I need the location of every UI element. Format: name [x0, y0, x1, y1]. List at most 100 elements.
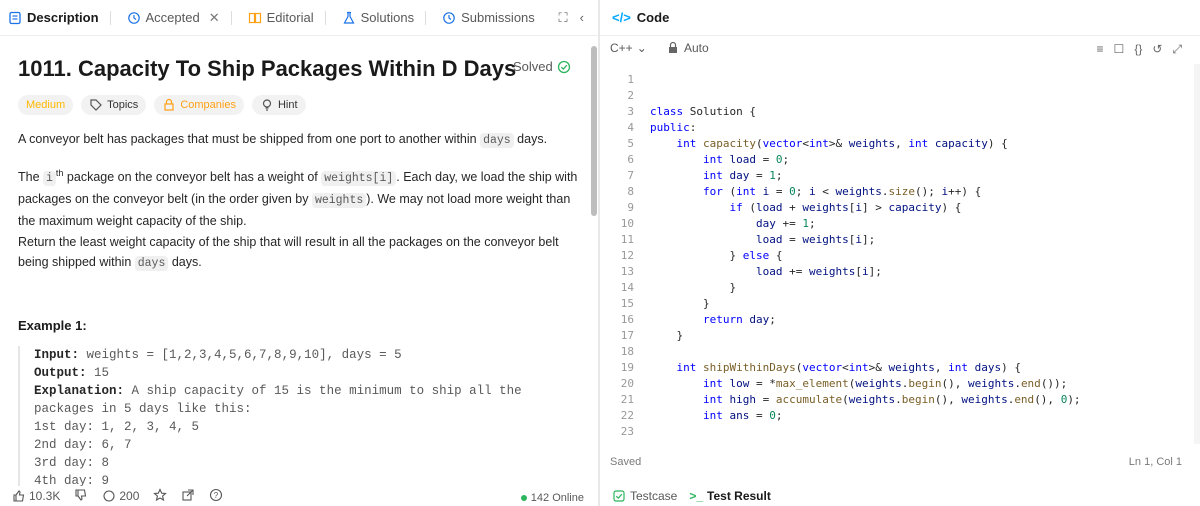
- solved-label: Solved: [513, 59, 553, 74]
- tab-accepted-label: Accepted: [145, 10, 200, 25]
- tab-divider: [324, 10, 326, 25]
- bottom-tab-bar: Testcase >_ Test Result: [600, 486, 1200, 506]
- save-status: Saved: [610, 456, 642, 468]
- line-number: 7: [627, 169, 634, 182]
- code-line[interactable]: class Solution {: [650, 104, 1190, 120]
- code-line[interactable]: int shipWithinDays(vector<int>& weights,…: [650, 360, 1190, 376]
- line-number: 10: [620, 217, 634, 230]
- difficulty-label: Medium: [26, 99, 66, 111]
- fullscreen-icon[interactable]: ⤢: [1172, 42, 1182, 57]
- code-line[interactable]: int load = 0;: [650, 152, 1190, 168]
- topics-chip[interactable]: Topics: [81, 95, 147, 115]
- editor-scrollbar[interactable]: [1194, 64, 1200, 444]
- flask-icon: [343, 11, 355, 24]
- history-icon: [127, 11, 140, 24]
- help-button[interactable]: ?: [209, 488, 223, 505]
- favorite-button[interactable]: [153, 487, 168, 505]
- star-icon: [153, 487, 168, 501]
- hint-chip[interactable]: Hint: [251, 95, 306, 115]
- online-dot: [520, 495, 527, 501]
- code-line[interactable]: [650, 424, 1190, 440]
- terminal-icon: >_: [689, 489, 704, 503]
- braces-icon[interactable]: {}: [1134, 42, 1142, 57]
- line-number: 13: [620, 265, 634, 278]
- tab-solutions-label: Solutions: [360, 10, 415, 25]
- lock-icon: [164, 98, 174, 111]
- help-icon: ?: [210, 488, 223, 501]
- expand-icon[interactable]: ⛶: [559, 10, 568, 26]
- code-line[interactable]: [650, 344, 1190, 360]
- code-lines[interactable]: class Solution { public: int capacity(ve…: [650, 72, 1190, 440]
- tab-test-result[interactable]: >_ Test Result: [689, 489, 770, 503]
- text: The: [18, 170, 44, 185]
- code-line[interactable]: }: [650, 280, 1190, 296]
- problem-tags: Medium Topics Companies Hint: [18, 95, 306, 115]
- line-numbers: 1 2 3 4 5 6 7 8 9 10 11 12 13 14 15 16 17 18 19 20 21 22 23: [600, 72, 640, 440]
- code-line[interactable]: [650, 72, 1190, 88]
- code-line[interactable]: int low = *max_element(weights.begin(), …: [650, 376, 1190, 392]
- input-label: Input:: [34, 348, 80, 362]
- share-button[interactable]: [181, 488, 195, 505]
- code-line[interactable]: } else {: [650, 248, 1190, 264]
- inline-code: days: [134, 256, 169, 271]
- tab-description[interactable]: Description: [0, 0, 119, 36]
- code-line[interactable]: if (load + weights[i] > capacity) {: [650, 200, 1190, 216]
- inline-code: weights: [311, 193, 367, 209]
- chevron-down-icon: ⌄: [636, 41, 647, 55]
- line-number: 5: [627, 137, 634, 150]
- line-number: 8: [627, 185, 634, 198]
- code-line[interactable]: public:: [650, 120, 1190, 136]
- tab-editorial[interactable]: Editorial: [240, 0, 334, 36]
- description-paragraph-1: A conveyor belt has packages that must b…: [18, 129, 578, 151]
- example-block: Input: weights = [1,2,3,4,5,6,7,8,9,10],…: [18, 346, 578, 486]
- reset-icon[interactable]: ↺: [1152, 42, 1162, 57]
- auto-mode[interactable]: Auto: [666, 41, 709, 55]
- left-scrollbar[interactable]: [589, 36, 598, 506]
- code-line[interactable]: [650, 88, 1190, 104]
- text: days.: [168, 255, 202, 269]
- description-paragraph-2: The i th package on the conveyor belt has…: [18, 163, 578, 231]
- line-number: 16: [620, 313, 634, 326]
- code-line[interactable]: int high = accumulate(weights.begin(), w…: [650, 392, 1190, 408]
- code-editor[interactable]: 1 2 3 4 5 6 7 8 9 10 11 12 13 14 15 16 17 18 19 20 21 22 23 cl…: [600, 64, 1200, 444]
- line-number: 15: [620, 297, 634, 310]
- code-line[interactable]: for (int i = 0; i < weights.size(); i++)…: [650, 184, 1190, 200]
- code-line[interactable]: day += 1;: [650, 216, 1190, 232]
- bookmark-icon[interactable]: ☐: [1114, 42, 1125, 57]
- hint-label: Hint: [277, 99, 298, 111]
- share-icon: [182, 488, 194, 501]
- tab-editorial-label: Editorial: [266, 10, 314, 25]
- code-line[interactable]: }: [650, 296, 1190, 312]
- inline-code: weights[i]: [321, 171, 397, 187]
- code-line[interactable]: int capacity(vector<int>& weights, int c…: [650, 136, 1190, 152]
- tab-testcase[interactable]: Testcase: [612, 489, 677, 503]
- code-line[interactable]: load += weights[i];: [650, 264, 1190, 280]
- companies-chip[interactable]: Companies: [154, 95, 244, 115]
- code-line[interactable]: int day = 1;: [650, 168, 1190, 184]
- language-select[interactable]: C++ ⌄: [610, 41, 647, 55]
- tab-accepted[interactable]: Accepted ✕: [119, 0, 240, 36]
- tab-divider: [230, 10, 232, 25]
- line-number: 18: [620, 345, 634, 358]
- close-icon[interactable]: ✕: [209, 10, 220, 26]
- code-line[interactable]: }: [650, 328, 1190, 344]
- dislike-button[interactable]: [74, 488, 88, 505]
- code-line[interactable]: int ans = 0;: [650, 408, 1190, 424]
- language-label: C++: [610, 41, 633, 55]
- text: Return the least weight capacity of the …: [18, 235, 559, 269]
- collapse-icon[interactable]: ‹: [580, 10, 584, 26]
- tab-submissions[interactable]: Submissions: [434, 0, 543, 36]
- comments-button[interactable]: 200: [102, 489, 139, 503]
- like-button[interactable]: 10.3K: [12, 489, 60, 503]
- line-number: 3: [627, 105, 634, 118]
- code-line[interactable]: load = weights[i];: [650, 232, 1190, 248]
- format-icon[interactable]: ≡: [1097, 42, 1104, 57]
- code-panel: </> Code C++ ⌄ Auto ≡ ☐ {} ↺ ⤢ 123456789…: [600, 0, 1200, 506]
- code-line[interactable]: return day;: [650, 312, 1190, 328]
- scrollbar-thumb[interactable]: [591, 46, 597, 216]
- tab-testcase-label: Testcase: [630, 489, 678, 503]
- example-day-1: 1st day: 1, 2, 3, 4, 5: [34, 420, 200, 434]
- tab-solutions[interactable]: Solutions: [334, 0, 434, 36]
- line-number: 14: [620, 281, 634, 294]
- text: days.: [513, 132, 548, 146]
